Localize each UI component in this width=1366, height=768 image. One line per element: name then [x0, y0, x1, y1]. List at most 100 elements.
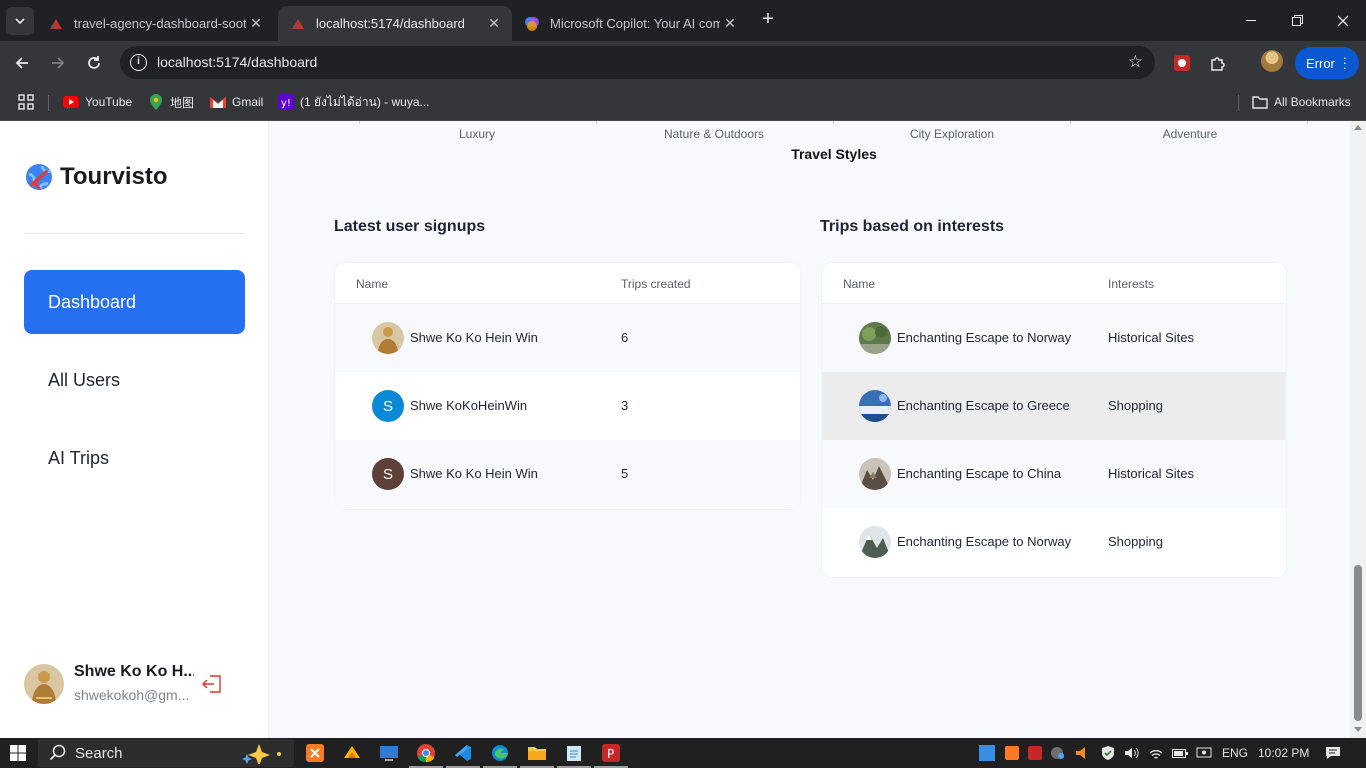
tab-travel-agency[interactable]: travel-agency-dashboard-sooty ✕: [36, 6, 274, 41]
minimize-button[interactable]: [1228, 0, 1274, 41]
avatar[interactable]: [24, 664, 64, 704]
back-button[interactable]: [8, 49, 36, 77]
battery-icon[interactable]: [1172, 745, 1188, 761]
chevron-down-icon: [15, 18, 25, 24]
copilot-favicon-icon: [524, 16, 540, 32]
sidebar-item-dashboard[interactable]: Dashboard: [24, 270, 245, 334]
logout-button[interactable]: [200, 671, 226, 697]
tray-xampp-icon[interactable]: [1004, 745, 1020, 761]
apps-grid-button[interactable]: [18, 93, 34, 111]
x-tick-label: Nature & Outdoors: [663, 127, 765, 141]
tray-sync-icon[interactable]: [1050, 745, 1066, 761]
apps-grid-icon: [18, 94, 34, 110]
bookmarks-separator: [48, 95, 49, 111]
sidebar-item-all-users[interactable]: All Users: [24, 348, 245, 412]
scroll-up-arrow-icon[interactable]: [1354, 125, 1362, 130]
table-row[interactable]: S Shwe Ko Ko Hein Win 5: [335, 440, 800, 508]
notifications-icon[interactable]: [1325, 745, 1341, 761]
column-header-name[interactable]: Name: [843, 277, 875, 291]
site-info-icon[interactable]: i: [130, 54, 147, 71]
page-scrollbar[interactable]: [1350, 121, 1366, 738]
maps-icon: [148, 94, 164, 110]
all-bookmarks-button[interactable]: All Bookmarks: [1252, 93, 1351, 111]
chrome-app-icon[interactable]: [409, 742, 443, 768]
postman-app-icon[interactable]: P: [594, 742, 628, 768]
reload-button[interactable]: [80, 49, 108, 77]
scroll-down-arrow-icon[interactable]: [1354, 727, 1362, 732]
table-row[interactable]: Enchanting Escape to Norway Shopping: [822, 508, 1286, 576]
close-tab-icon[interactable]: ✕: [484, 15, 504, 32]
screen-share-icon[interactable]: [1196, 745, 1212, 761]
vscode-app-icon[interactable]: [446, 742, 480, 768]
sidebar-divider: [24, 233, 245, 234]
chart-tick-mark: [1307, 121, 1308, 124]
taskbar-search[interactable]: Search: [38, 739, 294, 767]
bookmark-star-icon[interactable]: ☆: [1128, 52, 1143, 72]
file-explorer-app-icon[interactable]: [520, 742, 554, 768]
trip-thumbnail: [859, 390, 891, 422]
scrollbar-thumb[interactable]: [1354, 565, 1362, 721]
close-window-button[interactable]: [1320, 0, 1366, 41]
volume-icon[interactable]: [1124, 745, 1140, 761]
table-row[interactable]: Enchanting Escape to Greece Shopping: [822, 372, 1286, 440]
user-name-cell: Shwe Ko Ko Hein Win: [410, 330, 538, 345]
profile-error-button[interactable]: Error · · ·: [1295, 47, 1359, 79]
tab-search-button[interactable]: [6, 7, 34, 35]
table-row[interactable]: Enchanting Escape to China Historical Si…: [822, 440, 1286, 508]
dashboard-main: Luxury Nature & Outdoors City Exploratio…: [270, 121, 1350, 738]
table-row[interactable]: Shwe Ko Ko Hein Win 6: [335, 304, 800, 372]
column-header-interests[interactable]: Interests: [1108, 277, 1154, 291]
tray-postman-icon[interactable]: [1027, 745, 1043, 761]
address-bar[interactable]: i localhost:5174/dashboard ☆: [120, 46, 1155, 79]
defender-shield-icon[interactable]: [1100, 745, 1116, 761]
remote-desktop-app-icon[interactable]: [378, 742, 400, 764]
search-icon: [49, 744, 66, 761]
extension-red-icon[interactable]: [1170, 51, 1194, 75]
bookmark-gmail[interactable]: Gmail: [210, 93, 263, 111]
trip-name-cell: Enchanting Escape to China: [897, 466, 1062, 481]
language-indicator[interactable]: ENG: [1222, 746, 1248, 760]
table-header: Name Interests: [822, 263, 1286, 304]
extensions-puzzle-icon[interactable]: [1206, 51, 1230, 75]
clock[interactable]: 10:02 PM: [1258, 746, 1309, 760]
bookmarks-separator: [1238, 95, 1239, 111]
start-button[interactable]: [10, 745, 26, 761]
logout-icon: [202, 675, 221, 693]
more-menu-icon: · · ·: [1342, 50, 1347, 75]
close-tab-icon[interactable]: ✕: [246, 15, 266, 32]
tray-app-icon[interactable]: [979, 745, 995, 761]
profile-avatar[interactable]: [1261, 50, 1283, 72]
x-tick-label: Adventure: [1162, 127, 1218, 141]
arrow-left-icon: [15, 57, 28, 69]
bookmark-youtube[interactable]: YouTube: [63, 93, 132, 111]
tab-copilot[interactable]: Microsoft Copilot: Your AI comp ✕: [512, 6, 748, 41]
globe-plane-logo-icon: [26, 164, 52, 190]
filezilla-app-icon[interactable]: [341, 742, 363, 764]
notepad-app-icon[interactable]: [557, 742, 591, 768]
column-header-name[interactable]: Name: [356, 277, 388, 291]
forward-button[interactable]: [44, 49, 72, 77]
user-email: shwekokoh@gm...: [74, 687, 190, 703]
bookmark-yahoo[interactable]: y! (1 ยังไม่ได้อ่าน) - wuya...: [278, 93, 430, 111]
tab-dashboard[interactable]: localhost:5174/dashboard ✕: [278, 6, 512, 41]
sidebar-item-ai-trips[interactable]: AI Trips: [24, 426, 245, 490]
column-header-trips[interactable]: Trips created: [621, 277, 691, 291]
bookmark-label: (1 ยังไม่ได้อ่าน) - wuya...: [300, 94, 430, 109]
xampp-app-icon[interactable]: [304, 742, 326, 764]
edge-app-icon[interactable]: [483, 742, 517, 768]
interest-cell: Shopping: [1108, 534, 1163, 549]
bookmark-maps[interactable]: 地图: [148, 93, 194, 111]
close-tab-icon[interactable]: ✕: [720, 15, 740, 32]
table-header: Name Trips created: [335, 263, 800, 304]
restore-button[interactable]: [1274, 0, 1320, 41]
wifi-icon[interactable]: [1148, 745, 1164, 761]
table-row[interactable]: Enchanting Escape to Norway Historical S…: [822, 304, 1286, 372]
table-row[interactable]: S Shwe KoKoHeinWin 3: [335, 372, 800, 440]
url-text[interactable]: localhost:5174/dashboard: [157, 54, 317, 70]
user-name-cell: Shwe KoKoHeinWin: [410, 398, 528, 413]
interests-title: Trips based on interests: [820, 218, 1005, 235]
trip-name-cell: Enchanting Escape to Norway: [897, 330, 1072, 345]
brand[interactable]: Tourvisto: [24, 161, 168, 193]
new-tab-button[interactable]: +: [757, 8, 779, 30]
tray-media-icon[interactable]: [1073, 745, 1089, 761]
